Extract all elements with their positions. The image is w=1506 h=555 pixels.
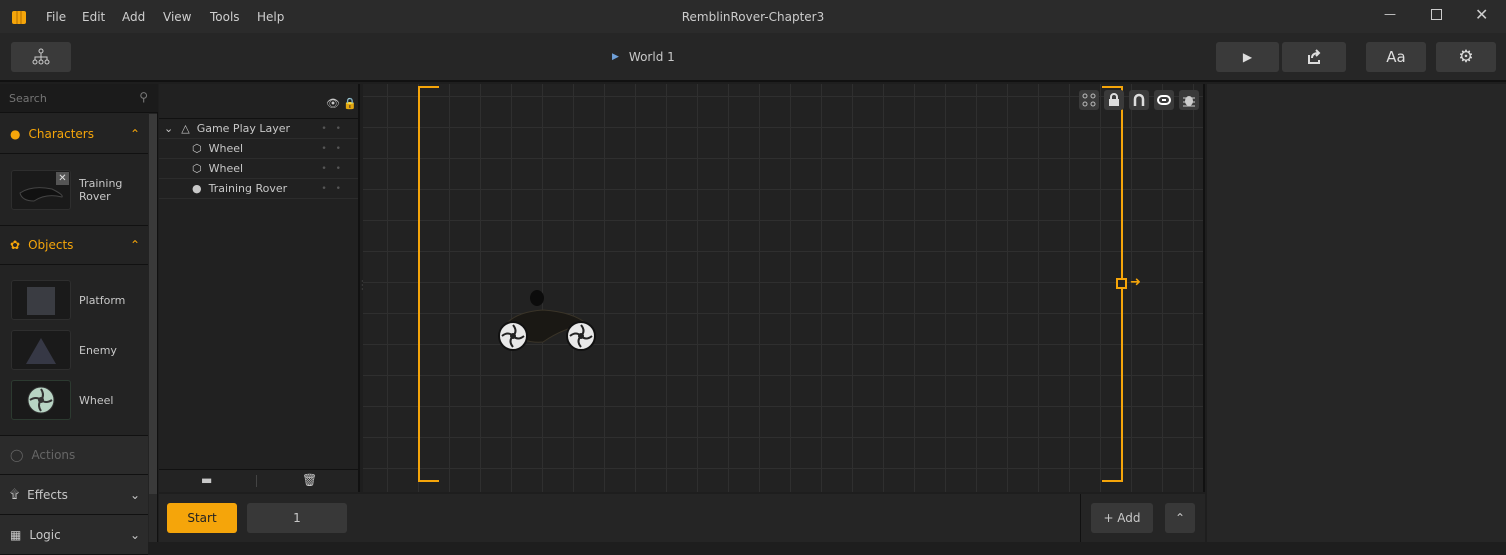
start-button[interactable]: Start <box>167 503 237 533</box>
person-icon: ● <box>10 126 21 141</box>
play-button[interactable]: ▶ <box>1216 42 1279 72</box>
section-actions[interactable]: ◯ Actions <box>0 435 148 475</box>
layer-row[interactable]: ⬡ Wheel •• <box>159 139 358 159</box>
layer-row[interactable]: ● Training Rover •• <box>159 179 358 199</box>
frame-field[interactable]: 1 <box>247 503 347 533</box>
person-icon: ● <box>192 182 202 195</box>
world-icon: ▶ <box>612 52 619 62</box>
gear-icon: ⚙ <box>1458 47 1474 67</box>
world-label: World 1 <box>628 50 675 64</box>
grid-icon[interactable] <box>1079 90 1099 110</box>
expand-button[interactable]: ⌃ <box>1165 503 1195 533</box>
folder-icon[interactable]: ▬ <box>201 473 212 487</box>
minimize-button[interactable]: — <box>1384 7 1396 21</box>
lock-icon[interactable]: 🔒 <box>343 97 357 110</box>
scrollbar[interactable] <box>149 114 157 542</box>
world-breadcrumb[interactable]: ▶ World 1 <box>612 50 675 64</box>
toolbar <box>0 33 1506 82</box>
section-logic[interactable]: ▦ Logic ⌄ <box>0 515 148 555</box>
character-thumb[interactable]: ✕ <box>11 170 71 210</box>
wheel-sprite <box>566 321 596 351</box>
window-title: RemblinRover-Chapter3 <box>681 10 825 24</box>
close-button[interactable]: ✕ <box>1475 5 1488 24</box>
asset-panel: ⚲ ●Characters⌃ ✕ Training Rover ✿Objects… <box>0 84 158 555</box>
section-objects[interactable]: ✿ Objects ⌃ <box>0 225 148 265</box>
wheel-thumb[interactable] <box>11 380 71 420</box>
chevron-down-icon: ⌄ <box>129 527 140 542</box>
enemy-thumb[interactable] <box>11 330 71 370</box>
arrow-right-icon[interactable]: ➜ <box>1130 275 1141 290</box>
play-icon: ▶ <box>1242 50 1253 64</box>
share-icon <box>1308 49 1321 64</box>
search-box[interactable]: ⚲ <box>0 84 158 113</box>
link-icon[interactable] <box>1154 90 1174 110</box>
share-button[interactable] <box>1282 42 1346 72</box>
hierarchy-icon <box>32 48 50 65</box>
hexagon-icon: ⬡ <box>192 142 202 155</box>
layer-panel: 👁 🔒 ⌄ △ Game Play Layer •• ⬡ Wheel •• ⬡ Wheel •… <box>159 84 360 492</box>
item-platform[interactable]: Platform <box>79 294 125 307</box>
resize-handle[interactable] <box>1116 278 1127 289</box>
title-bar: File Edit Add View Tools Help RemblinRov… <box>0 0 1506 33</box>
font-button[interactable]: Aa <box>1366 42 1426 72</box>
layer-row[interactable]: ⌄ △ Game Play Layer •• <box>159 119 358 139</box>
bug-icon[interactable] <box>1179 90 1199 110</box>
left-bound-bracket <box>418 86 439 482</box>
maximize-button[interactable] <box>1431 9 1442 20</box>
timeline-bar: Start 1 + Add ⌃ <box>159 494 1205 542</box>
chevron-up-icon: ⌃ <box>1174 511 1186 525</box>
trash-icon[interactable]: 🗑 <box>302 473 317 487</box>
chevron-up-icon: ⌃ <box>129 238 140 252</box>
search-input[interactable] <box>0 84 120 112</box>
properties-panel <box>1207 84 1506 542</box>
item-enemy[interactable]: Enemy <box>79 344 117 357</box>
training-rover-sprite[interactable] <box>493 288 603 354</box>
item-wheel[interactable]: Wheel <box>79 394 113 407</box>
platform-thumb[interactable] <box>11 280 71 320</box>
remove-icon[interactable]: ✕ <box>56 172 69 185</box>
item-training-rover[interactable]: Training Rover <box>79 177 122 203</box>
layer-row[interactable]: ⬡ Wheel •• <box>159 159 358 179</box>
hierarchy-button[interactable] <box>11 42 71 72</box>
puzzle-icon: ▦ <box>10 527 22 542</box>
layer-icon: △ <box>181 122 190 135</box>
section-characters[interactable]: ● Characters ⌃ <box>0 114 148 154</box>
wheel-sprite <box>498 321 528 351</box>
scene-canvas[interactable]: ➜ <box>363 84 1205 492</box>
panel-splitter[interactable]: · · · <box>361 278 364 294</box>
wheel-icon <box>27 386 55 414</box>
visibility-icon[interactable]: 👁 <box>326 97 340 110</box>
add-button[interactable]: + Add <box>1091 503 1153 533</box>
objects-icon: ✿ <box>10 238 21 252</box>
magnet-icon[interactable] <box>1129 90 1149 110</box>
chevron-down-icon: ⌄ <box>129 487 140 502</box>
spiral-icon: ۩ <box>10 487 20 501</box>
play-circle-icon: ◯ <box>10 448 24 462</box>
section-effects[interactable]: ۩ Effects ⌄ <box>0 475 148 515</box>
search-icon: ⚲ <box>139 90 148 104</box>
settings-button[interactable]: ⚙ <box>1436 42 1496 72</box>
hexagon-icon: ⬡ <box>192 162 202 175</box>
chevron-up-icon: ⌃ <box>129 126 140 141</box>
lock-icon[interactable] <box>1104 90 1124 110</box>
chevron-down-icon: ⌄ <box>164 122 174 135</box>
